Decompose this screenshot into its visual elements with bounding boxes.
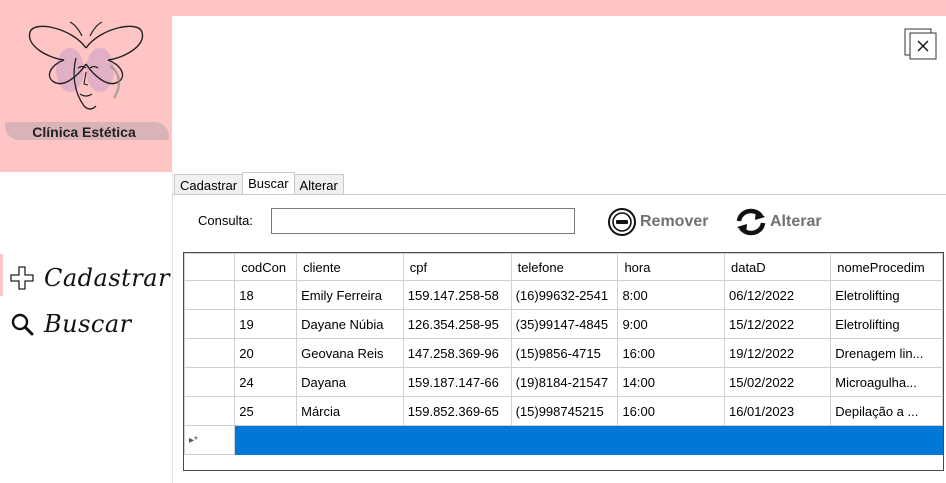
nav-buscar-label: Buscar — [44, 310, 132, 338]
logo-panel: Clínica Estética — [0, 0, 172, 172]
remover-button[interactable]: Remover — [606, 206, 708, 238]
row-header[interactable] — [184, 338, 236, 368]
sidebar-divider — [172, 172, 173, 483]
table-cell[interactable]: (15)998745215 — [510, 396, 619, 426]
row-header[interactable] — [184, 367, 236, 397]
table-cell[interactable]: 159.147.258-58 — [402, 280, 512, 310]
nav-cadastrar[interactable]: Cadastrar — [8, 264, 170, 292]
consulta-label: Consulta: — [198, 213, 253, 228]
table-cell[interactable] — [617, 425, 725, 455]
table-row[interactable]: 24 Dayana 159.187.147-66 (19)8184-21547 … — [184, 367, 943, 397]
nav-cadastrar-label: Cadastrar — [44, 264, 171, 292]
table-cell[interactable]: Eletrolifting — [830, 280, 943, 310]
table-cell[interactable]: 14:00 — [617, 367, 725, 397]
remover-label: Remover — [640, 213, 709, 230]
table-cell[interactable]: (15)9856-4715 — [510, 338, 619, 368]
nav-active-indicator — [0, 254, 3, 296]
nav-buscar[interactable]: Buscar — [8, 310, 132, 338]
tab-strip: Cadastrar Buscar Alterar — [174, 172, 344, 195]
table-cell[interactable]: (19)8184-21547 — [510, 367, 619, 397]
table-cell[interactable]: 15/02/2022 — [723, 367, 832, 397]
table-cell[interactable]: Eletrolifting — [830, 309, 943, 339]
table-cell[interactable]: 20 — [234, 338, 298, 368]
new-row[interactable]: ▸* — [184, 425, 943, 455]
table-cell[interactable]: 16/01/2023 — [723, 396, 832, 426]
table-cell[interactable]: 159.852.369-65 — [402, 396, 512, 426]
column-header[interactable]: codCon — [234, 253, 298, 281]
table-cell[interactable]: 159.187.147-66 — [402, 367, 512, 397]
tab-underline — [172, 194, 946, 195]
table-cell[interactable]: 16:00 — [617, 338, 725, 368]
butterfly-logo-icon — [28, 21, 144, 110]
remove-circle-icon — [608, 208, 636, 236]
table-cell[interactable]: 19/12/2022 — [723, 338, 832, 368]
table-cell[interactable]: Geovana Reis — [296, 338, 404, 368]
new-row-marker[interactable]: ▸* — [184, 425, 236, 455]
close-button[interactable] — [904, 28, 938, 60]
table-cell[interactable]: 9:00 — [617, 309, 725, 339]
tab-alterar[interactable]: Alterar — [293, 174, 344, 195]
alterar-button[interactable]: Alterar — [734, 206, 822, 238]
refresh-icon — [736, 208, 766, 236]
column-header[interactable]: hora — [617, 253, 725, 281]
tab-buscar[interactable]: Buscar — [242, 172, 295, 195]
row-header[interactable] — [184, 280, 236, 310]
table-cell[interactable] — [234, 425, 298, 455]
row-header[interactable] — [184, 396, 236, 426]
column-header[interactable]: dataD — [723, 253, 832, 281]
table-cell[interactable] — [296, 425, 404, 455]
table-cell[interactable]: 126.354.258-95 — [402, 309, 512, 339]
table-cell[interactable] — [402, 425, 512, 455]
table-cell[interactable]: Drenagem lin... — [830, 338, 943, 368]
table-row[interactable]: 19 Dayane Núbia 126.354.258-95 (35)99147… — [184, 309, 943, 339]
consulta-input[interactable] — [271, 208, 575, 234]
header-row: codCon cliente cpf telefone hora dataD n… — [184, 253, 943, 281]
table-cell[interactable]: Emily Ferreira — [296, 280, 404, 310]
table-row[interactable]: 20 Geovana Reis 147.258.369-96 (15)9856-… — [184, 338, 943, 368]
table-cell[interactable]: Márcia — [296, 396, 404, 426]
table-cell[interactable]: Dayane Núbia — [296, 309, 404, 339]
search-icon — [8, 310, 36, 338]
table-cell[interactable]: 16:00 — [617, 396, 725, 426]
alterar-label: Alterar — [770, 213, 822, 230]
logo-title: Clínica Estética — [32, 124, 136, 140]
column-header[interactable]: cliente — [296, 253, 404, 281]
results-table: codCon cliente cpf telefone hora dataD n… — [184, 253, 943, 455]
table-cell[interactable]: 24 — [234, 367, 298, 397]
table-cell[interactable]: 147.258.369-96 — [402, 338, 512, 368]
table-cell[interactable]: Depilação a ... — [830, 396, 943, 426]
table-cell[interactable]: 8:00 — [617, 280, 725, 310]
column-header[interactable]: cpf — [402, 253, 512, 281]
table-cell[interactable] — [830, 425, 943, 455]
table-cell[interactable]: (35)99147-4845 — [510, 309, 619, 339]
table-cell[interactable]: 06/12/2022 — [723, 280, 832, 310]
row-header-corner — [184, 253, 236, 281]
table-cell[interactable]: 25 — [234, 396, 298, 426]
column-header[interactable]: nomeProcedim — [830, 253, 943, 281]
table-cell[interactable]: 19 — [234, 309, 298, 339]
tab-cadastrar[interactable]: Cadastrar — [174, 174, 244, 195]
table-cell[interactable]: 15/12/2022 — [723, 309, 832, 339]
table-row[interactable]: 18 Emily Ferreira 159.147.258-58 (16)996… — [184, 280, 943, 310]
table-cell[interactable]: (16)99632-2541 — [510, 280, 619, 310]
plus-icon — [8, 264, 36, 292]
table-cell[interactable]: Dayana — [296, 367, 404, 397]
table-cell[interactable]: Microagulha... — [830, 367, 943, 397]
table-row[interactable]: 25 Márcia 159.852.369-65 (15)998745215 1… — [184, 396, 943, 426]
row-header[interactable] — [184, 309, 236, 339]
column-header[interactable]: telefone — [510, 253, 619, 281]
results-grid[interactable]: codCon cliente cpf telefone hora dataD n… — [183, 252, 944, 471]
table-cell[interactable] — [723, 425, 832, 455]
close-icon — [904, 28, 937, 60]
table-cell[interactable] — [510, 425, 619, 455]
table-cell[interactable]: 18 — [234, 280, 298, 310]
